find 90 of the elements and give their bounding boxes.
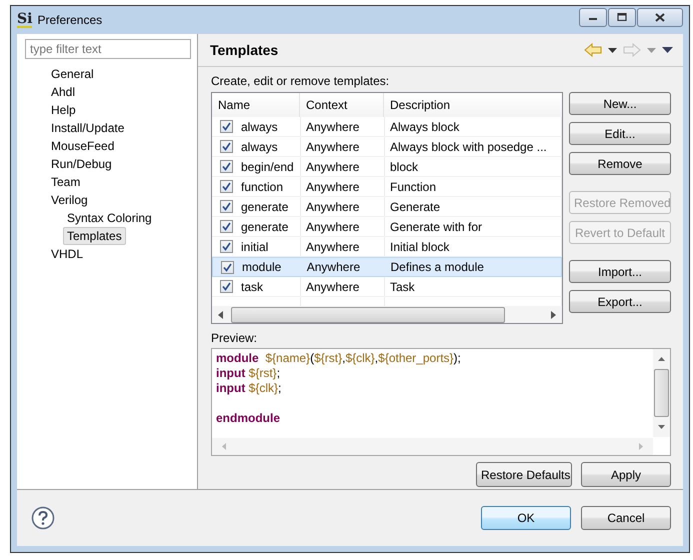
preview-label: Preview:: [211, 331, 258, 346]
table-cell: Generate with for: [390, 220, 482, 234]
page-button[interactable]: Apply: [581, 462, 671, 487]
table-cell: Anywhere: [306, 180, 360, 194]
side-button[interactable]: Edit...: [569, 122, 671, 145]
vertical-scrollbar[interactable]: [653, 349, 670, 437]
table-cell: function: [241, 180, 284, 194]
tree-item[interactable]: Ahdl: [47, 83, 80, 101]
view-menu-icon[interactable]: [662, 47, 673, 53]
table-cell: initial: [241, 240, 268, 254]
dropdown-caret-icon[interactable]: [608, 48, 617, 52]
description-text: Create, edit or remove templates:: [211, 74, 390, 90]
maximize-button[interactable]: [608, 8, 636, 26]
tree-item[interactable]: Verilog: [47, 191, 92, 209]
table-row[interactable]: function Anywhere Function: [212, 177, 562, 197]
table-row[interactable]: generate Anywhere Generate with for: [212, 217, 562, 237]
code-line: input ${clk};: [216, 381, 282, 396]
page-title: Templates: [210, 42, 278, 58]
close-icon: [655, 12, 665, 22]
column-header[interactable]: Name: [212, 93, 300, 117]
table-cell: Anywhere: [306, 240, 360, 254]
tree-item[interactable]: Run/Debug: [47, 155, 116, 173]
side-button[interactable]: Remove: [569, 152, 671, 175]
page-button[interactable]: Restore Defaults: [476, 462, 572, 487]
help-icon[interactable]: [31, 506, 55, 530]
tree-item[interactable]: Team: [47, 173, 84, 191]
tree-item[interactable]: MouseFeed: [47, 137, 118, 155]
side-button[interactable]: New...: [569, 92, 671, 115]
code-line: module ${name}(${rst},${clk},${other_ports});: [216, 351, 461, 366]
maximize-icon: [617, 13, 627, 21]
side-button[interactable]: Export...: [569, 290, 671, 313]
code-line: endmodule: [216, 411, 280, 426]
close-button[interactable]: [637, 8, 683, 26]
checkbox[interactable]: [221, 260, 234, 274]
table-cell: task: [241, 280, 264, 294]
checkbox[interactable]: [220, 200, 233, 213]
checkbox[interactable]: [220, 180, 233, 193]
table-cell: generate: [241, 220, 288, 234]
checkbox[interactable]: [220, 220, 233, 233]
tree-item[interactable]: VHDL: [47, 245, 88, 263]
checkbox[interactable]: [220, 160, 233, 173]
checkbox[interactable]: [220, 280, 233, 293]
table-cell: Anywhere: [306, 220, 360, 234]
table-cell: begin/end: [241, 160, 294, 174]
tree-item[interactable]: Install/Update: [47, 119, 128, 137]
checkbox[interactable]: [220, 140, 233, 153]
checkbox[interactable]: [220, 120, 233, 133]
table-cell: generate: [241, 200, 288, 214]
scroll-left-icon[interactable]: [218, 310, 223, 318]
table-row[interactable]: task Anywhere Task: [212, 277, 562, 297]
table-cell: always: [241, 120, 278, 134]
table-cell: Always block: [390, 120, 460, 134]
table-row[interactable]: module Anywhere Defines a module: [212, 257, 562, 277]
table-cell: Always block with posedge ...: [390, 140, 547, 154]
dialog-button[interactable]: Cancel: [581, 506, 671, 530]
tree-item[interactable]: General: [47, 65, 98, 83]
horizontal-scrollbar[interactable]: [212, 306, 562, 323]
table-cell: Task: [390, 280, 415, 294]
column-header[interactable]: Context: [300, 93, 384, 117]
scroll-right-icon[interactable]: [551, 310, 556, 318]
table-cell: Defines a module: [390, 260, 484, 274]
table-cell: Anywhere: [306, 200, 360, 214]
tree-item[interactable]: Help: [47, 101, 80, 119]
table-cell: Initial block: [390, 240, 450, 254]
checkbox[interactable]: [220, 240, 233, 253]
table-cell: module: [242, 260, 282, 274]
table-cell: Function: [390, 180, 436, 194]
window-title: Preferences: [37, 13, 102, 27]
table-row[interactable]: begin/end Anywhere block: [212, 157, 562, 177]
column-header[interactable]: Description: [384, 93, 561, 117]
table-cell: Anywhere: [306, 260, 360, 274]
table-cell: Anywhere: [306, 140, 360, 154]
table-row[interactable]: generate Anywhere Generate: [212, 197, 562, 217]
scroll-down-icon[interactable]: [658, 425, 665, 429]
code-line: input ${rst};: [216, 366, 280, 381]
table-cell: Anywhere: [306, 160, 360, 174]
tree-item[interactable]: Syntax Coloring: [63, 209, 156, 227]
side-button[interactable]: Import...: [569, 260, 671, 283]
table-cell: always: [241, 140, 278, 154]
table-cell: Generate: [390, 200, 440, 214]
filter-field[interactable]: type filter text: [25, 39, 191, 59]
table-cell: Anywhere: [306, 120, 360, 134]
dialog-button[interactable]: OK: [481, 506, 571, 530]
scroll-up-icon[interactable]: [658, 357, 665, 361]
table-cell: block: [390, 160, 418, 174]
table-row[interactable]: always Anywhere Always block: [212, 117, 562, 137]
table-row[interactable]: always Anywhere Always block with posedge ...: [212, 137, 562, 157]
tree-item[interactable]: Templates: [63, 227, 126, 245]
minimize-button[interactable]: [579, 8, 607, 26]
table-cell: Anywhere: [306, 280, 360, 294]
